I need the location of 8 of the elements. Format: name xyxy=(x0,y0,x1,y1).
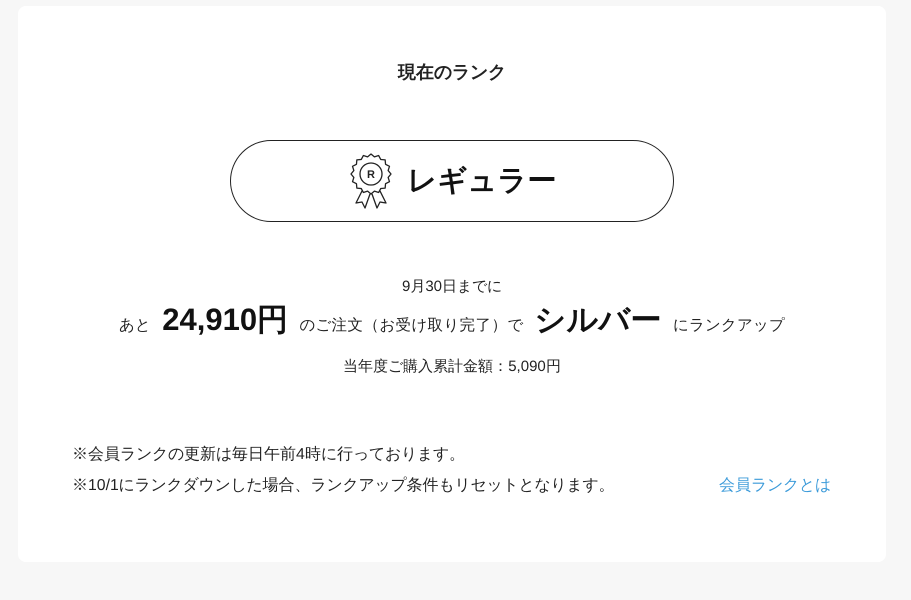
rank-up-message: あと 24,910円 のご注文（お受け取り完了）で シルバー にランクアップ xyxy=(118,301,786,339)
section-title: 現在のランク xyxy=(398,61,506,84)
rank-info-link[interactable]: 会員ランクとは xyxy=(719,474,831,498)
note-text: ※会員ランクの更新は毎日午前4時に行っております。 xyxy=(72,444,465,465)
note-text: ※10/1にランクダウンした場合、ランクアップ条件もリセットとなります。 xyxy=(72,476,615,496)
purchase-total-text: 当年度ご購入累計金額：5,090円 xyxy=(343,357,561,377)
rank-name: レギュラー xyxy=(408,164,556,199)
deadline-text: 9月30日までに xyxy=(402,277,502,297)
